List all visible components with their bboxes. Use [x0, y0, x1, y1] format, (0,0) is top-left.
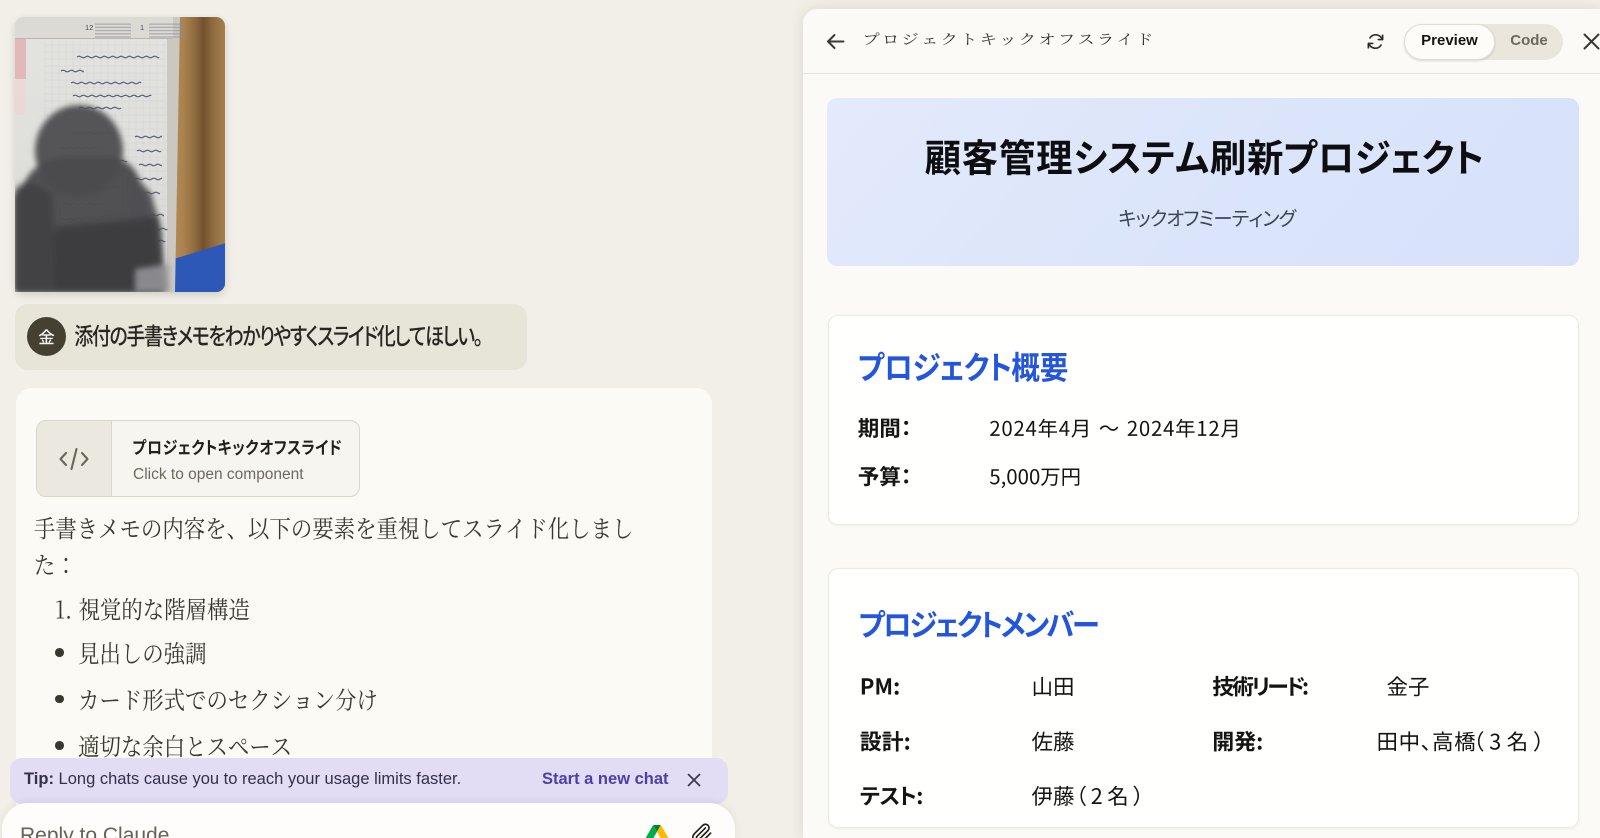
svg-text:12: 12 [85, 23, 93, 32]
svg-text:1: 1 [140, 23, 144, 32]
